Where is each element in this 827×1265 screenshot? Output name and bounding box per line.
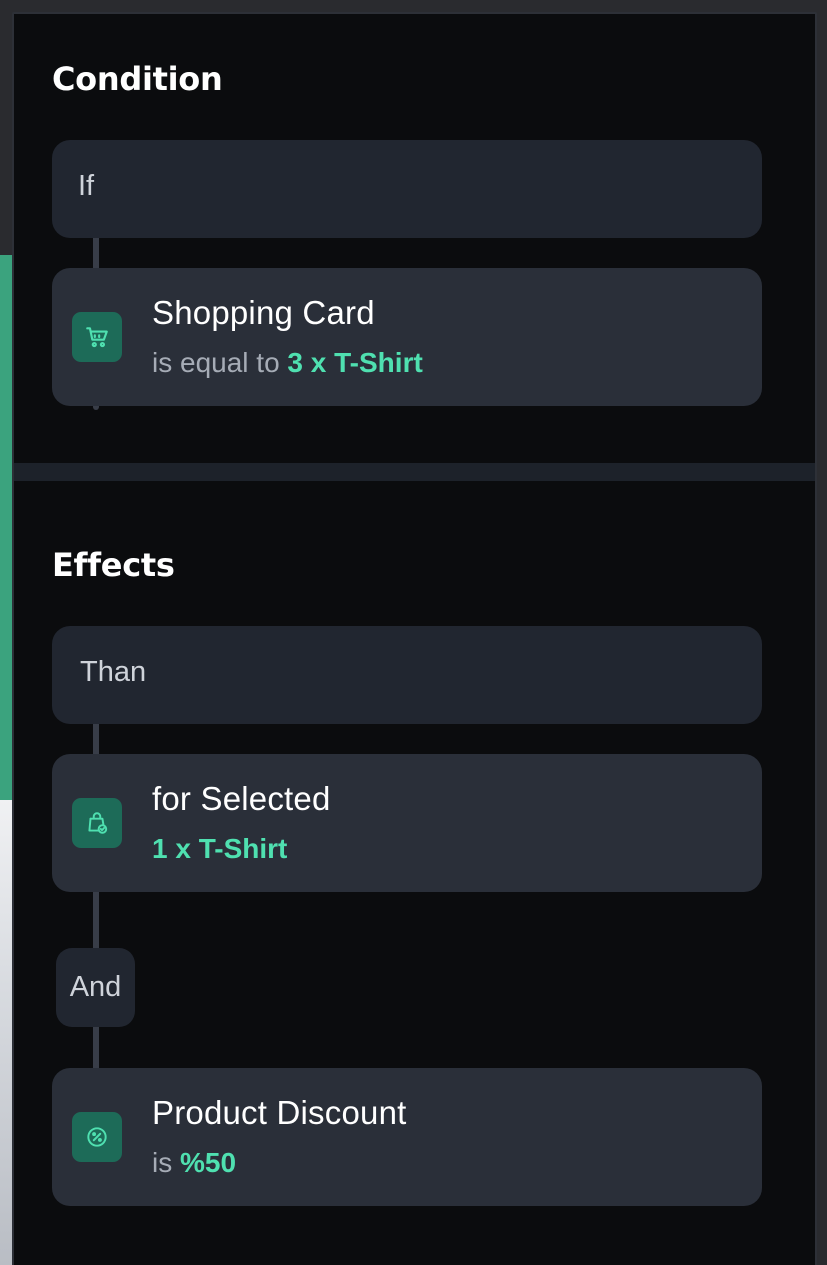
for-selected-title: for Selected [152,780,331,817]
effects-than-header[interactable]: Than [52,626,762,724]
condition-operator: is equal to [152,347,280,378]
condition-shopping-card-item[interactable]: Shopping Card is equal to 3 x T-Shirt [52,268,762,406]
condition-if-header[interactable]: If [52,140,762,238]
discount-operator: is [152,1147,173,1178]
product-discount-value-line: is %50 [152,1147,236,1179]
effects-title: Effects [52,546,175,584]
condition-title: Condition [52,60,223,98]
condition-value: 3 x T-Shirt [287,347,423,378]
percent-badge-icon [72,1112,122,1162]
for-selected-value-line: 1 x T-Shirt [152,833,287,865]
shopping-card-title: Shopping Card [152,294,375,331]
shopping-bag-check-icon [72,798,122,848]
selected-product-value: 1 x T-Shirt [152,833,288,864]
product-discount-title: Product Discount [152,1094,407,1131]
and-connector-pill[interactable]: And [56,948,135,1027]
than-label: Than [80,656,147,688]
if-label: If [78,170,95,202]
effect-for-selected-item[interactable]: for Selected 1 x T-Shirt [52,754,762,892]
discount-value: %50 [180,1147,237,1178]
and-label: And [69,971,122,1003]
section-divider [14,463,815,481]
shopping-card-condition: is equal to 3 x T-Shirt [152,347,423,379]
shopping-cart-icon [72,312,122,362]
effect-product-discount-item[interactable]: Product Discount is %50 [52,1068,762,1206]
